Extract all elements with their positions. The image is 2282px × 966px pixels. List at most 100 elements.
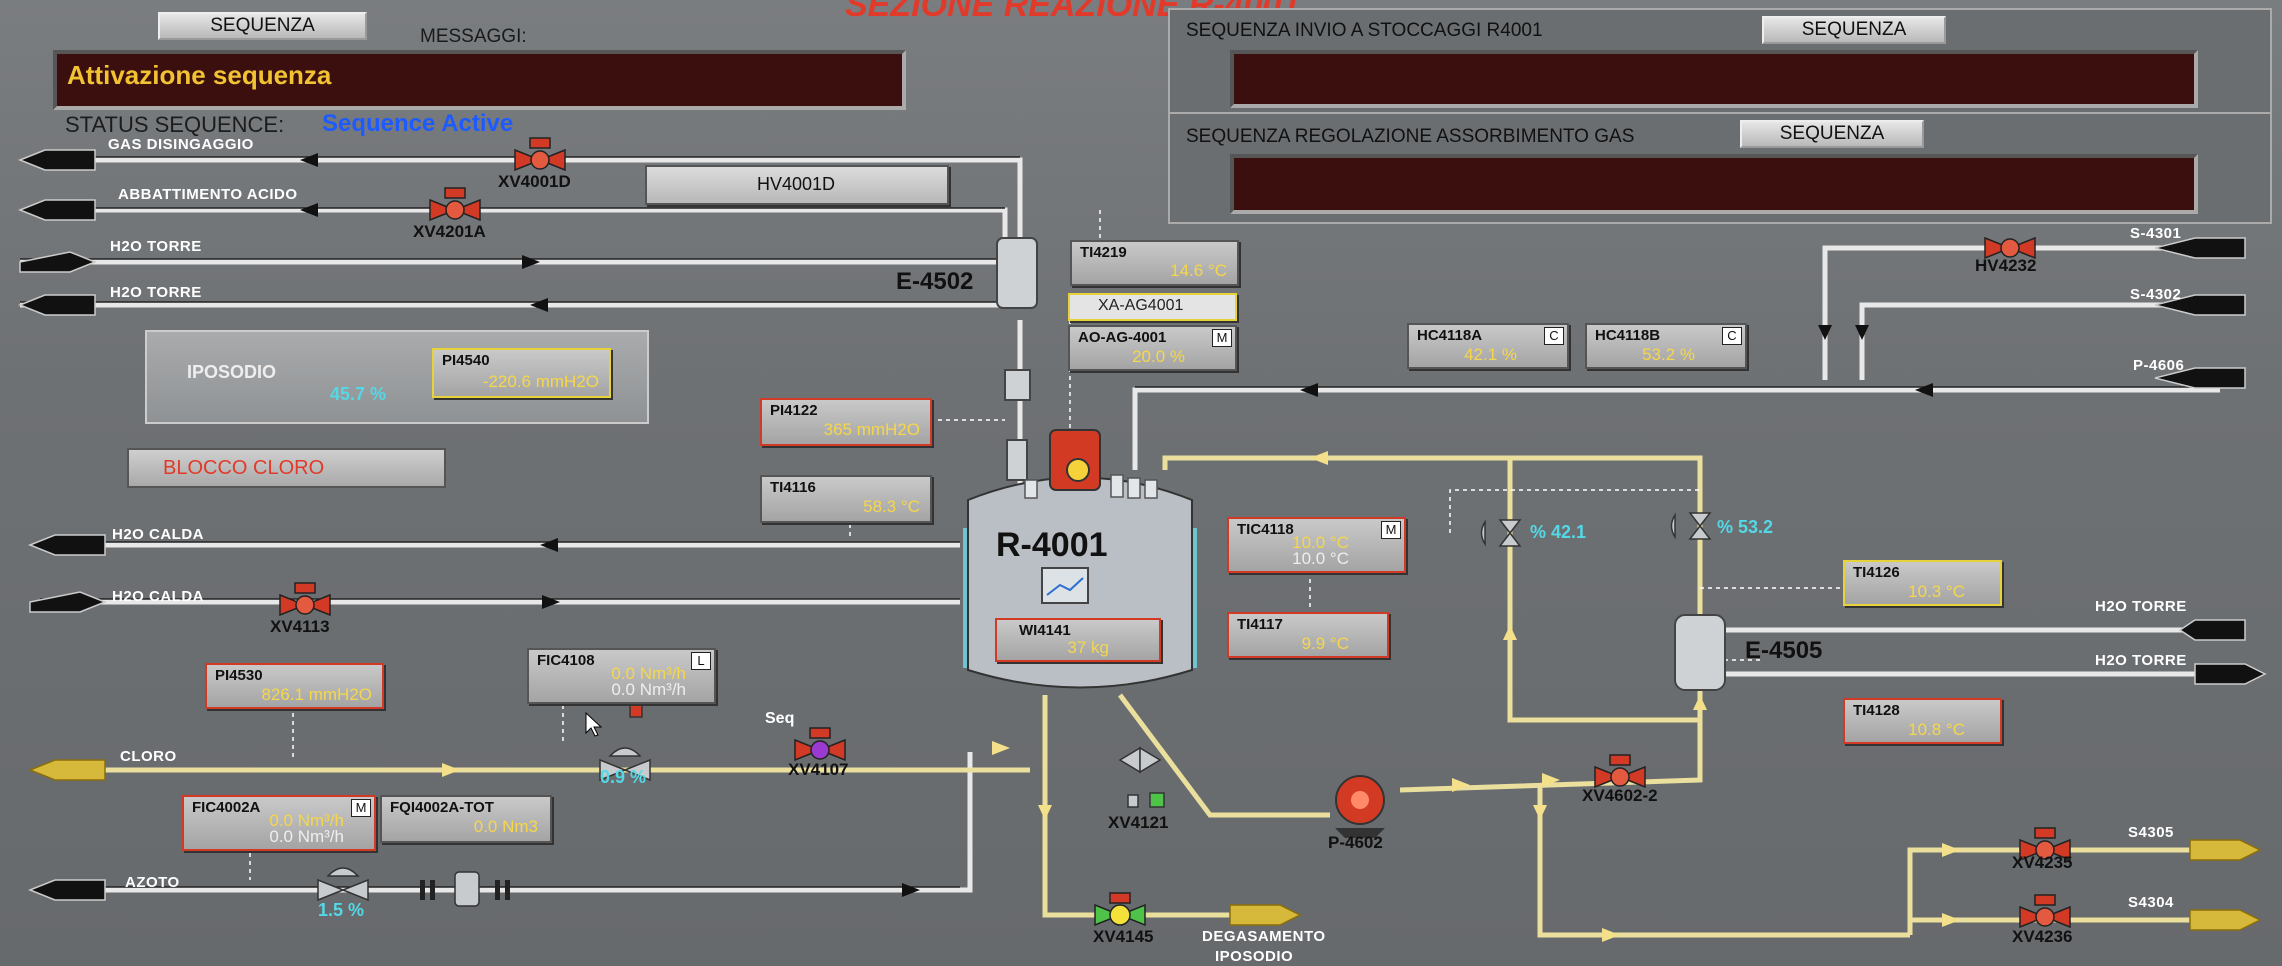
xv4236-label[interactable]: XV4236	[2012, 927, 2073, 947]
seq-label: Seq	[765, 710, 795, 727]
label-azoto: AZOTO	[125, 874, 180, 891]
hv4001d-box-label: HV4001D	[757, 174, 836, 194]
fic4002a-mode[interactable]: M	[351, 799, 371, 817]
ti4219-name: TI4219	[1080, 244, 1127, 261]
ti4128-tag[interactable]: TI4128 10.8 °C	[1843, 698, 2002, 744]
hv4232-label[interactable]: HV4232	[1975, 256, 2036, 276]
panel-gas-absorb-title: SEQUENZA REGOLAZIONE ASSORBIMENTO GAS	[1186, 126, 1635, 147]
hc4118b-valve-percent: % 53.2	[1717, 517, 1774, 537]
fqi4002a-name: FQI4002A-TOT	[390, 799, 494, 816]
ti4219-value: 14.6 °C	[1170, 261, 1227, 280]
ti4116-value: 58.3 °C	[863, 497, 920, 516]
fic4002a-pv: 0.0 Nm³/h	[269, 827, 344, 846]
label-h2o-torre-r2: H2O TORRE	[2095, 652, 2187, 669]
panel-send-storage: SEQUENZA INVIO A STOCCAGGI R4001 SEQUENZ…	[1168, 8, 2272, 114]
label-h2o-torre-1: H2O TORRE	[110, 238, 202, 255]
hc4118a-mode[interactable]: C	[1544, 327, 1564, 345]
label-cloro: CLORO	[120, 748, 177, 765]
hc4118b-mode[interactable]: C	[1722, 327, 1742, 345]
ti4126-tag[interactable]: TI4126 10.3 °C	[1843, 560, 2002, 606]
fic4108-pv: 0.0 Nm³/h	[611, 680, 686, 699]
pi4122-tag[interactable]: PI4122 365 mmH2O	[760, 398, 932, 446]
label-degasamento: DEGASAMENTO	[1202, 928, 1326, 945]
label-h2o-calda-2: H2O CALDA	[112, 588, 205, 605]
label-h2o-torre-2: H2O TORRE	[110, 284, 202, 301]
blocco-cloro-label: BLOCCO CLORO	[163, 457, 325, 479]
ao-ag4001-name: AO-AG-4001	[1078, 329, 1167, 346]
tic4118-name: TIC4118	[1237, 521, 1294, 538]
pi4540-name: PI4540	[442, 352, 490, 369]
ao-ag4001-tag[interactable]: AO-AG-4001 M 20.0 %	[1068, 325, 1237, 371]
ti4126-value: 10.3 °C	[1908, 582, 1965, 601]
tic4118-tag[interactable]: TIC4118 M 10.0 °C 10.0 °C	[1227, 517, 1406, 573]
send-storage-sequence-button[interactable]: SEQUENZA	[1762, 16, 1946, 44]
xv4201a-label[interactable]: XV4201A	[413, 222, 486, 242]
pi4540-tag[interactable]: PI4540 -220.6 mmH2O	[432, 348, 611, 398]
fic4108-name: FIC4108	[537, 652, 595, 669]
ti4117-tag[interactable]: TI4117 9.9 °C	[1227, 612, 1389, 658]
xv4235-label[interactable]: XV4235	[2012, 853, 2073, 873]
hc4118a-name: HC4118A	[1417, 327, 1483, 344]
status-label: STATUS SEQUENCE:	[65, 112, 285, 137]
pi4540-value: -220.6 mmH2O	[482, 372, 599, 391]
hc4118b-tag[interactable]: HC4118B C 53.2 %	[1585, 323, 1747, 369]
xa-ag4001-name: XA-AG4001	[1098, 297, 1184, 314]
fqi4002a-tag[interactable]: FQI4002A-TOT 0.0 Nm3	[380, 795, 552, 843]
e4505-label: E-4505	[1745, 637, 1823, 664]
hc4118b-name: HC4118B	[1595, 327, 1661, 344]
label-s4304: S4304	[2128, 894, 2174, 911]
fic4108-valve-percent: 0.9 %	[600, 767, 647, 787]
ti4116-tag[interactable]: TI4116 58.3 °C	[760, 475, 932, 523]
tic4118-pv: 10.0 °C	[1292, 549, 1349, 568]
xa-ag4001-tag[interactable]: XA-AG4001	[1068, 293, 1237, 321]
fic4108-tag[interactable]: FIC4108 L 0.0 Nm³/h 0.0 Nm³/h	[527, 648, 716, 704]
label-p4606: P-4606	[2133, 357, 2185, 374]
r4001-label[interactable]: R-4001	[996, 526, 1108, 565]
wi4141-tag[interactable]: WI4141 37 kg	[995, 618, 1161, 662]
ti4117-value: 9.9 °C	[1301, 634, 1349, 653]
xv4001d-label[interactable]: XV4001D	[498, 172, 571, 192]
iposodio-percent: 45.7 %	[330, 384, 387, 404]
xv4145-label[interactable]: XV4145	[1093, 927, 1154, 947]
label-h2o-calda-1: H2O CALDA	[112, 526, 205, 543]
ti4116-name: TI4116	[770, 479, 816, 496]
hc4118b-value: 53.2 %	[1642, 345, 1695, 364]
hmi-canvas: SEQUENZA MESSAGGI: Attivazione sequenza …	[0, 0, 2282, 966]
fic4108-mode[interactable]: L	[691, 652, 711, 670]
pi4122-name: PI4122	[770, 402, 818, 419]
pi4530-tag[interactable]: PI4530 826.1 mmH2O	[205, 663, 384, 709]
hc4118a-tag[interactable]: HC4118A C 42.1 %	[1407, 323, 1569, 369]
iposodio-label: IPOSODIO	[187, 362, 277, 382]
e4505-exchanger	[1674, 614, 1726, 691]
pi4530-value: 826.1 mmH2O	[261, 685, 372, 704]
tic4118-mode[interactable]: M	[1381, 521, 1401, 539]
xv4113-label[interactable]: XV4113	[270, 617, 330, 637]
message-text: Attivazione sequenza	[67, 60, 332, 90]
ti4128-value: 10.8 °C	[1908, 720, 1965, 739]
pi4530-name: PI4530	[215, 667, 263, 684]
fic4002a-valve-percent: 1.5 %	[318, 900, 365, 920]
messages-label: MESSAGGI:	[420, 26, 527, 47]
fic4002a-tag[interactable]: FIC4002A M 0.0 Nm³/h 0.0 Nm³/h	[182, 795, 376, 851]
blocco-cloro-button[interactable]: BLOCCO CLORO	[127, 448, 446, 488]
hc4118a-value: 42.1 %	[1464, 345, 1517, 364]
wi4141-name: WI4141	[1019, 622, 1071, 639]
xv4602-2-label[interactable]: XV4602-2	[1582, 786, 1658, 806]
status-value: Sequence Active	[322, 110, 514, 137]
sequence-button[interactable]: SEQUENZA	[158, 12, 367, 40]
ti4219-tag[interactable]: TI4219 14.6 °C	[1070, 240, 1239, 286]
ao-ag4001-mode[interactable]: M	[1212, 329, 1232, 347]
xv4107-label[interactable]: XV4107	[788, 760, 849, 780]
label-gas-disingaggio: GAS DISINGAGGIO	[108, 136, 254, 153]
xv4121-label[interactable]: XV4121	[1108, 813, 1169, 833]
label-iposodio-dest: IPOSODIO	[1215, 948, 1294, 965]
e4502-label: E-4502	[896, 268, 974, 295]
p4602-label[interactable]: P-4602	[1328, 833, 1383, 853]
label-abbattimento-acido: ABBATTIMENTO ACIDO	[118, 186, 298, 203]
label-h2o-torre-r1: H2O TORRE	[2095, 598, 2187, 615]
panel-gas-absorb: SEQUENZA REGOLAZIONE ASSORBIMENTO GAS SE…	[1168, 112, 2272, 224]
send-storage-display	[1230, 50, 2198, 108]
hv4001d-box[interactable]: HV4001D	[645, 165, 949, 205]
gas-absorb-sequence-button[interactable]: SEQUENZA	[1740, 120, 1924, 148]
label-s4305: S4305	[2128, 824, 2174, 841]
